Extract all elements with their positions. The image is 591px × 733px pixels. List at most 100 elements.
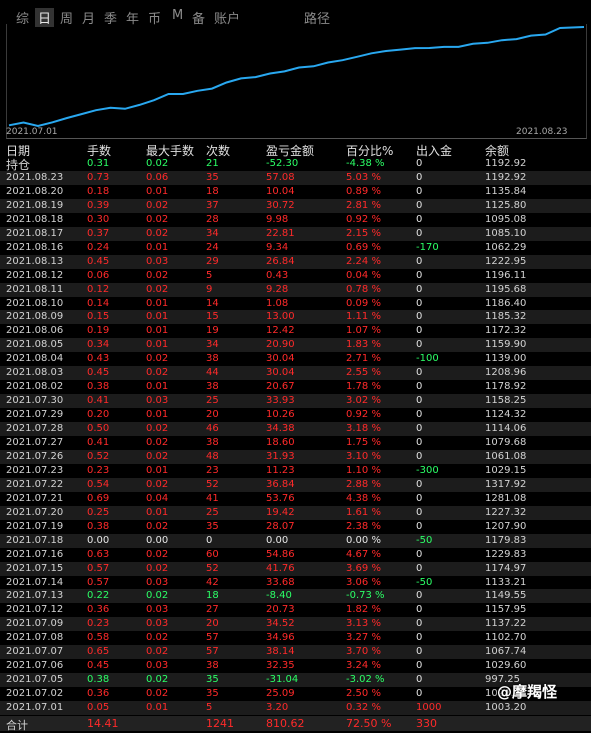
row-balance: 1133.21 <box>485 576 527 588</box>
row-pnl: 25.09 <box>266 688 295 700</box>
row-pct: 3.10 % <box>346 450 381 462</box>
row-date: 2021.08.17 <box>6 227 64 239</box>
table-row[interactable]: 2021.08.19 0.39 0.02 37 30.72 2.81 % 0 1125.80 <box>0 198 591 213</box>
row-count: 41 <box>206 492 219 504</box>
table-row[interactable]: 持仓 0.31 0.02 21 -52.30 -4.38 % 0 1192.92 <box>0 157 591 172</box>
row-date: 2021.08.23 <box>6 171 64 183</box>
row-pct: 2.24 % <box>346 255 381 267</box>
row-pnl: 12.42 <box>266 325 295 337</box>
row-date: 2021.07.27 <box>6 437 64 448</box>
row-balance: 1079.68 <box>485 437 527 448</box>
table-row[interactable]: 2021.08.18 0.30 0.02 28 9.98 0.92 % 0 1095.08 <box>0 213 591 227</box>
table-row[interactable]: 2021.07.26 0.52 0.02 48 31.93 3.10 % 0 1061.08 <box>0 449 591 464</box>
table-row[interactable]: 2021.07.30 0.41 0.03 25 33.93 3.02 % 0 1158.25 <box>0 394 591 409</box>
row-date: 2021.07.13 <box>6 590 64 602</box>
row-date: 2021.07.18 <box>6 534 64 546</box>
table-row[interactable]: 2021.07.19 0.38 0.02 35 28.07 2.38 % 0 1207.90 <box>0 520 591 534</box>
table-row[interactable]: 2021.07.27 0.41 0.02 38 18.60 1.75 % 0 1079.68 <box>0 436 591 450</box>
table-row[interactable]: 2021.07.15 0.57 0.02 52 41.76 3.69 % 0 1174.97 <box>0 561 591 576</box>
row-pnl: 22.81 <box>266 227 295 239</box>
table-row[interactable]: 2021.07.13 0.22 0.02 18 -8.40 -0.73 % 0 1149.55 <box>0 589 591 604</box>
table-row[interactable]: 2021.07.29 0.20 0.01 20 10.26 0.92 % 0 1124.32 <box>0 408 591 422</box>
row-hands: 0.50 <box>87 423 110 435</box>
row-max-hands: 0.02 <box>146 269 169 281</box>
row-count: 38 <box>206 437 219 448</box>
row-pnl: 9.28 <box>266 283 289 295</box>
row-hands: 0.63 <box>87 548 110 560</box>
row-max-hands: 0.02 <box>146 213 169 225</box>
row-date: 2021.07.07 <box>6 646 64 658</box>
table-row[interactable]: 2021.07.28 0.50 0.02 46 34.38 3.18 % 0 1114.06 <box>0 422 591 437</box>
row-date: 2021.08.20 <box>6 185 64 197</box>
table-row[interactable]: 2021.07.16 0.63 0.02 60 54.86 4.67 % 0 1229.83 <box>0 548 591 562</box>
row-balance: 1159.90 <box>485 339 527 351</box>
row-hands: 0.23 <box>87 618 110 630</box>
row-pct: 3.18 % <box>346 423 381 435</box>
row-flow: 0 <box>416 506 423 518</box>
row-flow: 0 <box>416 590 423 602</box>
table-row[interactable]: 2021.07.21 0.69 0.04 41 53.76 4.38 % 0 1281.08 <box>0 492 591 506</box>
row-count: 38 <box>206 353 219 365</box>
row-pnl: 54.86 <box>266 548 295 560</box>
table-row[interactable]: 2021.07.18 0.00 0.00 0 0.00 0.00 % -50 1179.83 <box>0 533 591 548</box>
table-row[interactable]: 2021.08.05 0.34 0.01 34 20.90 1.83 % 0 1159.90 <box>0 338 591 353</box>
table-row[interactable]: 2021.08.06 0.19 0.01 19 12.42 1.07 % 0 1172.32 <box>0 324 591 338</box>
row-pct: 3.24 % <box>346 660 381 672</box>
row-pnl: 0.00 <box>266 534 289 546</box>
row-date: 2021.07.09 <box>6 618 64 630</box>
row-max-hands: 0.02 <box>146 158 169 169</box>
table-row[interactable]: 2021.08.09 0.15 0.01 15 13.00 1.11 % 0 1185.32 <box>0 310 591 325</box>
table-row[interactable]: 2021.08.12 0.06 0.02 5 0.43 0.04 % 0 1196.11 <box>0 269 591 283</box>
row-balance: 1174.97 <box>485 562 527 574</box>
table-row[interactable]: 2021.08.13 0.45 0.03 29 26.84 2.24 % 0 1222.95 <box>0 254 591 269</box>
table-row[interactable]: 2021.08.16 0.24 0.01 24 9.34 0.69 % -170 1062.2… <box>0 241 591 255</box>
row-pct: 2.50 % <box>346 688 381 700</box>
table-row[interactable]: 2021.07.20 0.25 0.01 25 19.42 1.61 % 0 1227.32 <box>0 505 591 520</box>
table-row[interactable]: 2021.08.11 0.12 0.02 9 9.28 0.78 % 0 1195.68 <box>0 282 591 297</box>
row-flow: 0 <box>416 213 423 225</box>
row-flow: -50 <box>416 534 433 546</box>
row-pct: 3.69 % <box>346 562 381 574</box>
table-row[interactable]: 2021.08.04 0.43 0.02 38 30.04 2.71 % -100 1139.… <box>0 352 591 366</box>
row-max-hands: 0.01 <box>146 339 169 351</box>
row-count: 34 <box>206 339 219 351</box>
table-row[interactable]: 2021.07.14 0.57 0.03 42 33.68 3.06 % -50 1133.2… <box>0 576 591 590</box>
row-pct: 1.07 % <box>346 325 381 337</box>
table-row[interactable]: 2021.08.17 0.37 0.02 34 22.81 2.15 % 0 1085.10 <box>0 226 591 241</box>
row-balance: 1227.32 <box>485 506 527 518</box>
table-row[interactable]: 2021.07.08 0.58 0.02 57 34.96 3.27 % 0 1102.70 <box>0 631 591 645</box>
tab-item[interactable]: M <box>172 8 183 23</box>
row-flow: 0 <box>416 604 423 616</box>
table-row[interactable]: 2021.07.06 0.45 0.03 38 32.35 3.24 % 0 1029.60 <box>0 659 591 673</box>
row-pnl: 3.20 <box>266 702 289 714</box>
row-pct: 3.02 % <box>346 395 381 407</box>
row-pnl: 38.14 <box>266 646 295 658</box>
row-date: 2021.08.12 <box>6 269 64 281</box>
table-row[interactable]: 2021.08.03 0.45 0.02 44 30.04 2.55 % 0 1208.96 <box>0 366 591 381</box>
row-hands: 0.38 <box>87 674 110 686</box>
row-max-hands: 0.02 <box>146 688 169 700</box>
row-max-hands: 0.01 <box>146 297 169 309</box>
table-row[interactable]: 2021.08.02 0.38 0.01 38 20.67 1.78 % 0 1178.92 <box>0 380 591 394</box>
table-row[interactable]: 2021.07.01 0.05 0.01 5 3.20 0.32 % 1000 1003.20 <box>0 701 591 716</box>
row-flow: 0 <box>416 618 423 630</box>
table-row[interactable]: 2021.08.10 0.14 0.01 14 1.08 0.09 % 0 1186.40 <box>0 297 591 311</box>
row-count: 18 <box>206 185 219 197</box>
table-row[interactable]: 2021.07.22 0.54 0.02 52 36.84 2.88 % 0 1317.92 <box>0 477 591 492</box>
table-row[interactable]: 2021.08.20 0.18 0.01 18 10.04 0.89 % 0 1135.84 <box>0 185 591 199</box>
row-date: 2021.07.21 <box>6 492 64 504</box>
row-date: 2021.07.12 <box>6 604 64 616</box>
row-flow: 0 <box>416 255 423 267</box>
row-date: 2021.07.23 <box>6 464 64 476</box>
table-row[interactable]: 2021.07.12 0.36 0.03 27 20.73 1.82 % 0 1157.95 <box>0 603 591 617</box>
table-row[interactable]: 2021.08.23 0.73 0.06 35 57.08 5.03 % 0 1192.92 <box>0 170 591 185</box>
row-count: 35 <box>206 674 219 686</box>
row-pct: 0.89 % <box>346 185 381 197</box>
row-pct: 4.67 % <box>346 548 381 560</box>
row-balance: 1195.68 <box>485 283 527 295</box>
table-row[interactable]: 2021.07.23 0.23 0.01 23 11.23 1.10 % -300 1029.… <box>0 464 591 478</box>
table-row[interactable]: 2021.07.09 0.23 0.03 20 34.52 3.13 % 0 1137.22 <box>0 617 591 632</box>
row-max-hands: 0.02 <box>146 520 169 532</box>
table-row[interactable]: 2021.07.07 0.65 0.02 57 38.14 3.70 % 0 1067.74 <box>0 645 591 660</box>
row-date: 2021.08.05 <box>6 339 64 351</box>
